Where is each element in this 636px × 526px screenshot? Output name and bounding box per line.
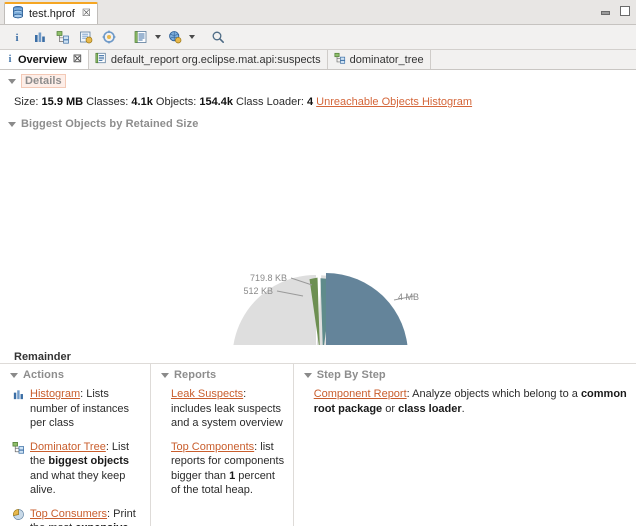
action-dominator-tree-text: Dominator Tree: List the biggest objects… (30, 440, 142, 498)
biggest-objects-section-header[interactable]: Biggest Objects by Retained Size (0, 114, 636, 133)
tab-dominator-tree[interactable]: dominator_tree (328, 50, 431, 69)
step-component-report-text: Component Report: Analyze objects which … (314, 387, 628, 416)
size-value: 15.9 MB (41, 96, 84, 108)
bottom-panels: Actions Histogram: Lists number of insta… (0, 363, 636, 526)
component-report-link[interactable]: Component Report (314, 388, 407, 400)
window-tab-test-hprof[interactable]: test.hprof ☒ (4, 2, 98, 24)
maximize-button[interactable] (620, 6, 630, 16)
size-label: Size: (14, 96, 39, 108)
close-icon[interactable]: ☒ (82, 9, 91, 19)
window-tab-label: test.hprof (29, 8, 75, 20)
panel-actions: Actions Histogram: Lists number of insta… (0, 364, 151, 526)
main-toolbar: i (0, 25, 636, 50)
oql-icon[interactable] (75, 27, 97, 47)
classes-label: Classes: (86, 96, 129, 108)
panel-reports-title: Reports (174, 369, 217, 381)
chevron-down-icon[interactable] (10, 372, 18, 378)
tab-overview[interactable]: i Overview ☒ (0, 50, 89, 69)
memory-analyzer-window: test.hprof ☒ i i Overview ☒ default_repo… (0, 0, 636, 526)
pie-label-512kb: 512 KB (243, 286, 273, 296)
action-top-consumers[interactable]: Top Consumers: Print the most expensive … (12, 507, 142, 526)
objects-value: 154.4k (199, 96, 233, 108)
details-section-header[interactable]: Details (0, 70, 636, 91)
biggest-objects-title: Biggest Objects by Retained Size (21, 118, 199, 130)
leak-suspects-link[interactable]: Leak Suspects (171, 388, 243, 400)
histogram-icon (12, 388, 25, 401)
panel-actions-title: Actions (23, 369, 65, 381)
search-icon[interactable] (207, 27, 229, 47)
action-histogram[interactable]: Histogram: Lists number of instances per… (12, 387, 142, 431)
thread-overview-icon[interactable] (98, 27, 120, 47)
chevron-down-icon[interactable] (8, 121, 16, 127)
panel-actions-body: Histogram: Lists number of instances per… (0, 387, 150, 526)
panel-reports-header[interactable]: Reports (151, 364, 293, 387)
chevron-down-icon[interactable] (8, 78, 16, 84)
query-dropdown-caret[interactable] (187, 27, 197, 47)
class-loader-value: 4 (306, 96, 314, 108)
histogram-icon[interactable] (29, 27, 51, 47)
action-histogram-text: Histogram: Lists number of instances per… (30, 387, 142, 431)
action-top-consumers-text: Top Consumers: Print the most expensive … (30, 507, 142, 526)
panel-step-by-step-title: Step By Step (316, 369, 386, 381)
top-consumers-link[interactable]: Top Consumers (30, 508, 107, 520)
tab-dominator-tree-label: dominator_tree (349, 53, 424, 66)
report-top-components[interactable]: Top Components: list reports for compone… (171, 440, 285, 498)
report-leak-suspects[interactable]: Leak Suspects: includes leak suspects an… (171, 387, 285, 431)
svg-text:i: i (15, 32, 18, 44)
query-browser-icon[interactable] (164, 27, 186, 47)
close-icon[interactable]: ☒ (73, 54, 82, 65)
classes-value: 4.1k (131, 96, 153, 108)
panel-step-by-step-body: Component Report: Analyze objects which … (294, 387, 636, 416)
pie-label-4mb: 4 MB (398, 292, 419, 302)
unreachable-objects-histogram-link[interactable]: Unreachable Objects Histogram (316, 96, 472, 108)
dominator-tree-icon (12, 441, 25, 454)
dominator-tree-icon[interactable] (52, 27, 74, 47)
panel-reports: Reports Leak Suspects: includes leak sus… (151, 364, 294, 526)
heap-dump-icon (12, 6, 24, 22)
objects-label: Objects: (155, 96, 197, 108)
tab-overview-label: Overview (18, 53, 67, 66)
step-component-report[interactable]: Component Report: Analyze objects which … (314, 387, 628, 416)
report-icon[interactable] (130, 27, 152, 47)
class-loader-label: Class Loader: (236, 96, 304, 108)
tab-default-report-label: default_report org.eclipse.mat.api:suspe… (110, 53, 321, 66)
chevron-down-icon[interactable] (303, 372, 312, 378)
histogram-link[interactable]: Histogram (30, 388, 80, 400)
dominator-tree-link[interactable]: Dominator Tree (30, 441, 106, 453)
panel-reports-body: Leak Suspects: includes leak suspects an… (151, 387, 293, 498)
tab-default-report[interactable]: default_report org.eclipse.mat.api:suspe… (89, 50, 328, 69)
report-leak-suspects-text: Leak Suspects: includes leak suspects an… (171, 387, 285, 431)
overview-page: Details Size: 15.9 MB Classes: 4.1k Obje… (0, 70, 636, 526)
window-title-bar: test.hprof ☒ (0, 0, 636, 25)
window-controls (601, 4, 630, 16)
details-summary: Size: 15.9 MB Classes: 4.1k Objects: 154… (0, 91, 636, 114)
dominator-tree-icon (334, 52, 346, 67)
pie-slice-4mb (326, 273, 408, 345)
report-icon (95, 52, 107, 67)
details-title: Details (21, 74, 66, 88)
report-dropdown-caret[interactable] (153, 27, 163, 47)
report-top-components-text: Top Components: list reports for compone… (171, 440, 285, 498)
remainder-label: Remainder (14, 351, 71, 363)
panel-step-by-step: Step By Step Component Report: Analyze o… (294, 364, 636, 526)
top-consumers-icon (12, 508, 25, 521)
pie-slices (233, 273, 408, 345)
svg-text:i: i (9, 54, 12, 64)
info-icon: i (6, 53, 14, 67)
top-components-link[interactable]: Top Components (171, 441, 254, 453)
chevron-down-icon[interactable] (161, 372, 169, 378)
panel-actions-header[interactable]: Actions (0, 364, 150, 387)
retained-size-pie-chart[interactable]: 719.8 KB 512 KB 4 MB 10.8 MB Total: 15.9… (0, 133, 636, 345)
editor-tab-bar: i Overview ☒ default_report org.eclipse.… (0, 50, 636, 70)
info-icon[interactable]: i (6, 27, 28, 47)
panel-step-by-step-header[interactable]: Step By Step (294, 364, 636, 387)
pie-label-7198kb: 719.8 KB (250, 273, 287, 283)
minimize-button[interactable] (601, 11, 610, 15)
action-dominator-tree[interactable]: Dominator Tree: List the biggest objects… (12, 440, 142, 498)
